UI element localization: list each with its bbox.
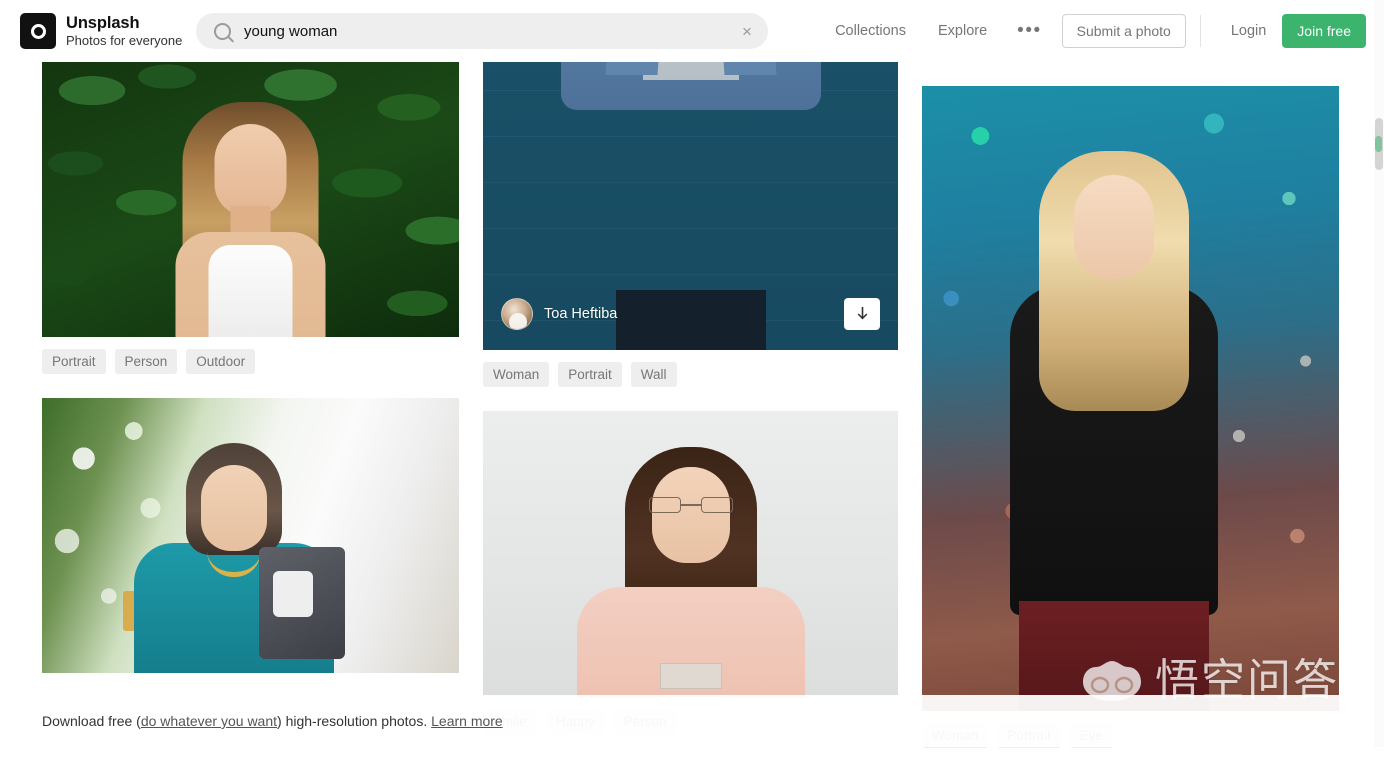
tag-row: Woman Portrait Wall (483, 350, 898, 401)
photo-thumbnail[interactable] (922, 86, 1339, 711)
photographer-name[interactable]: Toa Heftiba (544, 306, 617, 322)
photo-subject (576, 447, 806, 697)
download-banner: Download free (do whatever you want) hig… (0, 695, 1384, 747)
column-right: Woman Portrait Eye (922, 86, 1339, 772)
ellipsis-icon[interactable]: ••• (1017, 25, 1041, 36)
column-center: Toa Heftiba Woman Portrait Wall (483, 0, 898, 758)
do-whatever-you-want-link[interactable]: do whatever you want (141, 713, 277, 729)
avatar[interactable] (501, 298, 533, 330)
search-input[interactable] (244, 23, 730, 40)
header-nav: Collections Explore ••• Submit a photo L… (819, 0, 1384, 62)
download-arrow-icon (855, 306, 870, 322)
brand-logo[interactable]: Unsplash Photos for everyone (20, 13, 182, 49)
card-bokeh-blonde[interactable]: Woman Portrait Eye (922, 86, 1339, 762)
header-divider (1200, 15, 1201, 47)
banner-text: Download free (do whatever you want) hig… (42, 713, 503, 729)
tag-chip[interactable]: Wall (631, 362, 677, 387)
tag-chip[interactable]: Person (115, 349, 178, 374)
card-portrait-leaves[interactable]: Portrait Person Outdoor (42, 57, 459, 388)
tag-chip[interactable]: Outdoor (186, 349, 255, 374)
photo-grid: Writing Coffee Writer Portrait Person Ou… (0, 0, 1384, 747)
tag-chip[interactable]: Portrait (558, 362, 622, 387)
tag-chip[interactable]: Portrait (42, 349, 106, 374)
camera-icon (20, 13, 56, 49)
photo-subject (129, 443, 339, 673)
column-left: Writing Coffee Writer Portrait Person Ou… (42, 0, 459, 683)
photo-thumbnail[interactable] (42, 398, 459, 673)
learn-more-link[interactable]: Learn more (431, 713, 503, 729)
banner-middle: ) high-resolution photos. (277, 713, 431, 729)
brand-tagline: Photos for everyone (66, 34, 182, 49)
join-free-button[interactable]: Join free (1282, 14, 1366, 48)
brand-name: Unsplash (66, 14, 182, 33)
site-header: Unsplash Photos for everyone × Collectio… (0, 0, 1384, 62)
photo-thumbnail[interactable] (483, 411, 898, 697)
photo-credit[interactable]: Toa Heftiba (501, 298, 617, 330)
photo-thumbnail[interactable] (42, 57, 459, 337)
download-button[interactable] (844, 298, 880, 330)
nav-explore[interactable]: Explore (938, 23, 987, 39)
brand-text: Unsplash Photos for everyone (66, 14, 182, 49)
vertical-scrollbar[interactable] (1374, 0, 1384, 747)
search-clear-button[interactable]: × (730, 14, 764, 48)
tag-chip[interactable]: Woman (483, 362, 549, 387)
submit-photo-button[interactable]: Submit a photo (1062, 14, 1186, 48)
photo-subject (158, 102, 343, 337)
card-woman-phone[interactable] (42, 398, 459, 673)
scroll-indicator (1375, 136, 1382, 152)
photo-subject (989, 151, 1239, 711)
banner-prefix: Download free ( (42, 713, 141, 729)
login-link[interactable]: Login (1231, 23, 1266, 39)
nav-collections[interactable]: Collections (835, 23, 906, 39)
tag-row: Portrait Person Outdoor (42, 337, 459, 388)
search-bar[interactable]: × (196, 13, 768, 49)
search-icon (214, 23, 231, 40)
